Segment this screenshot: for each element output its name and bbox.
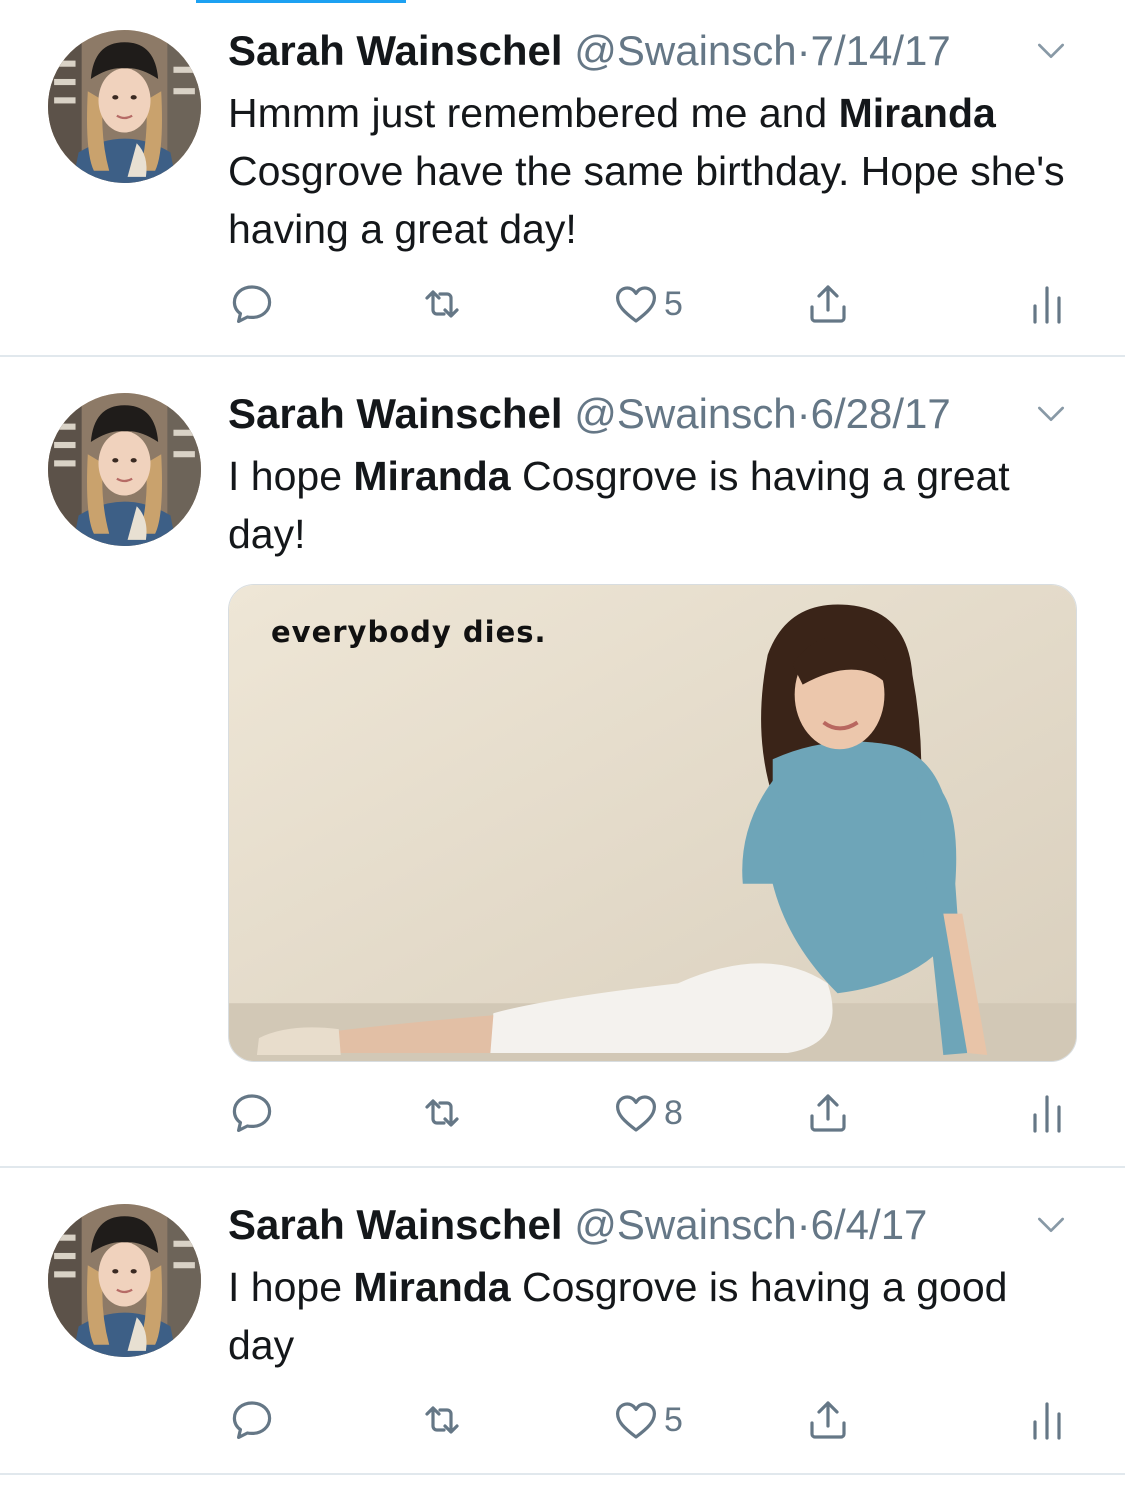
- like-count: 5: [664, 1400, 683, 1439]
- tweet-header: Sarah Wainschel @Swainsch·7/14/17: [228, 26, 1077, 76]
- analytics-button[interactable]: [1023, 276, 1071, 332]
- chevron-down-icon[interactable]: [1031, 1204, 1071, 1244]
- share-icon: [804, 1396, 852, 1444]
- share-icon: [804, 280, 852, 328]
- like-button[interactable]: 5: [612, 1392, 683, 1448]
- chevron-down-icon[interactable]: [1031, 393, 1071, 433]
- author-name[interactable]: Sarah Wainschel: [228, 390, 563, 437]
- retweet-icon: [418, 1396, 466, 1444]
- author-name[interactable]: Sarah Wainschel: [228, 27, 563, 74]
- like-icon: [612, 280, 660, 328]
- tweet-header: Sarah Wainschel @Swainsch·6/4/17: [228, 1200, 1077, 1250]
- author-handle[interactable]: @Swainsch: [574, 1201, 796, 1248]
- separator: ·: [796, 390, 811, 437]
- share-icon: [804, 1089, 852, 1137]
- share-button[interactable]: [804, 276, 852, 332]
- tweet-text: Hmmm just remembered me and Miranda Cosg…: [228, 84, 1077, 258]
- retweet-icon: [418, 280, 466, 328]
- author-handle[interactable]: @Swainsch: [574, 390, 796, 437]
- share-button[interactable]: [804, 1392, 852, 1448]
- tweet-actions: 8: [228, 1085, 1077, 1141]
- avatar[interactable]: [48, 30, 201, 183]
- analytics-icon: [1023, 1089, 1071, 1137]
- chevron-down-icon[interactable]: [1031, 30, 1071, 70]
- tweet-date[interactable]: 7/14/17: [811, 27, 951, 74]
- tweet-date[interactable]: 6/4/17: [811, 1201, 928, 1248]
- author-handle[interactable]: @Swainsch: [574, 27, 796, 74]
- retweet-button[interactable]: [418, 1085, 466, 1141]
- reply-button[interactable]: [228, 1085, 276, 1141]
- tweet-actions: 5: [228, 1392, 1077, 1448]
- tweet[interactable]: Sarah Wainschel @Swainsch·6/4/17 I hope …: [0, 1168, 1125, 1475]
- analytics-button[interactable]: [1023, 1392, 1071, 1448]
- author-name[interactable]: Sarah Wainschel: [228, 1201, 563, 1248]
- reply-button[interactable]: [228, 276, 276, 332]
- retweet-icon: [418, 1089, 466, 1137]
- tweet-text-highlight: Miranda: [353, 453, 511, 499]
- avatar[interactable]: [48, 393, 201, 546]
- avatar[interactable]: [48, 1204, 201, 1357]
- analytics-icon: [1023, 1396, 1071, 1444]
- tweet-text: I hope Miranda Cosgrove is having a grea…: [228, 447, 1077, 563]
- media-caption: everybody dies.: [271, 615, 547, 649]
- tweet-date[interactable]: 6/28/17: [811, 390, 951, 437]
- share-button[interactable]: [804, 1085, 852, 1141]
- tweet-text-highlight: Miranda: [838, 90, 996, 136]
- tweet-text: I hope Miranda Cosgrove is having a good…: [228, 1258, 1077, 1374]
- reply-icon: [228, 280, 276, 328]
- tweet[interactable]: Sarah Wainschel @Swainsch·7/14/17 Hmmm j…: [0, 0, 1125, 357]
- tweet-text-part: Cosgrove have the same birthday. Hope sh…: [228, 148, 1065, 252]
- tweet-text-highlight: Miranda: [353, 1264, 511, 1310]
- reply-icon: [228, 1089, 276, 1137]
- analytics-icon: [1023, 280, 1071, 328]
- tweet-actions: 5: [228, 276, 1077, 332]
- tweet[interactable]: Sarah Wainschel @Swainsch·6/28/17 I hope…: [0, 357, 1125, 1168]
- retweet-button[interactable]: [418, 276, 466, 332]
- tweet-text-part: Hmmm just remembered me and: [228, 90, 839, 136]
- like-count: 5: [664, 284, 683, 323]
- tweet-header: Sarah Wainschel @Swainsch·6/28/17: [228, 389, 1077, 439]
- analytics-button[interactable]: [1023, 1085, 1071, 1141]
- like-count: 8: [664, 1093, 683, 1132]
- tweet-text-part: I hope: [228, 1264, 354, 1310]
- reply-icon: [228, 1396, 276, 1444]
- reply-button[interactable]: [228, 1392, 276, 1448]
- like-icon: [612, 1089, 660, 1137]
- tweet-media-image[interactable]: everybody dies.: [228, 584, 1077, 1062]
- retweet-button[interactable]: [418, 1392, 466, 1448]
- like-button[interactable]: 8: [612, 1085, 683, 1141]
- like-button[interactable]: 5: [612, 276, 683, 332]
- separator: ·: [796, 1201, 811, 1248]
- separator: ·: [796, 27, 811, 74]
- like-icon: [612, 1396, 660, 1444]
- tweet-text-part: I hope: [228, 453, 354, 499]
